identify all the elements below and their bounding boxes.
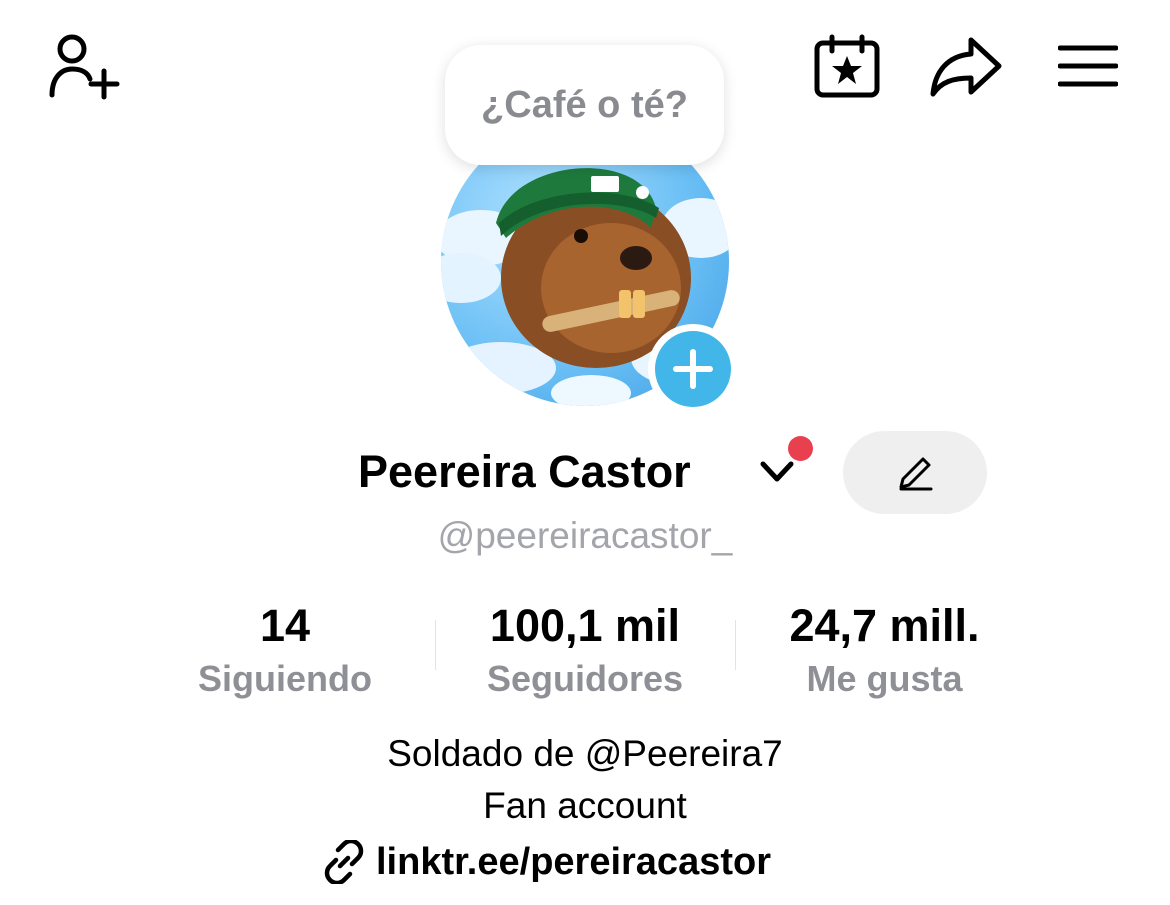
bio-line: Soldado de @Peereira7 bbox=[387, 733, 783, 774]
add-photo-button[interactable] bbox=[648, 324, 738, 414]
events-button[interactable] bbox=[808, 30, 886, 102]
account-switch-button[interactable] bbox=[760, 460, 794, 489]
display-name: Peereira Castor bbox=[358, 446, 691, 497]
stat-following[interactable]: 14 Siguiendo bbox=[183, 600, 387, 704]
plus-icon bbox=[673, 349, 713, 389]
bio-line: Fan account bbox=[483, 785, 687, 826]
share-button[interactable] bbox=[924, 30, 1008, 102]
name-row: Peereira Castor bbox=[0, 431, 1170, 514]
stat-followers[interactable]: 100,1 mil Seguidores bbox=[454, 600, 716, 704]
status-bubble-text: ¿Café o té? bbox=[481, 83, 688, 126]
pencil-icon bbox=[899, 457, 933, 490]
following-label: Siguiendo bbox=[198, 658, 372, 699]
username-text: @peereiracastor_ bbox=[437, 515, 733, 556]
stat-likes[interactable]: 24,7 mill. Me gusta bbox=[757, 600, 1012, 704]
share-arrow-icon bbox=[930, 37, 1002, 97]
hamburger-menu-icon bbox=[1058, 45, 1118, 87]
edit-profile-button[interactable] bbox=[843, 431, 987, 514]
followers-label: Seguidores bbox=[486, 658, 684, 699]
menu-button[interactable] bbox=[1050, 36, 1126, 96]
likes-count: 24,7 mill. bbox=[789, 600, 980, 651]
add-friend-button[interactable] bbox=[42, 28, 126, 104]
bio-link-text: linktr.ee/pereiracastor bbox=[376, 840, 771, 883]
following-count: 14 bbox=[259, 600, 311, 651]
followers-count: 100,1 mil bbox=[489, 600, 681, 651]
likes-label: Me gusta bbox=[806, 658, 963, 699]
person-plus-icon bbox=[49, 34, 120, 100]
username: @peereiracastor_ bbox=[0, 515, 1170, 557]
bubble-tail-dot bbox=[636, 186, 649, 199]
status-bubble[interactable]: ¿Café o té? bbox=[445, 45, 724, 165]
calendar-star-icon bbox=[814, 34, 880, 98]
bio-link[interactable]: linktr.ee/pereiracastor bbox=[322, 840, 771, 884]
chevron-down-icon bbox=[760, 461, 794, 482]
notification-dot bbox=[788, 436, 813, 461]
link-icon bbox=[324, 840, 364, 884]
stat-divider bbox=[435, 620, 436, 670]
stat-divider bbox=[735, 620, 736, 670]
